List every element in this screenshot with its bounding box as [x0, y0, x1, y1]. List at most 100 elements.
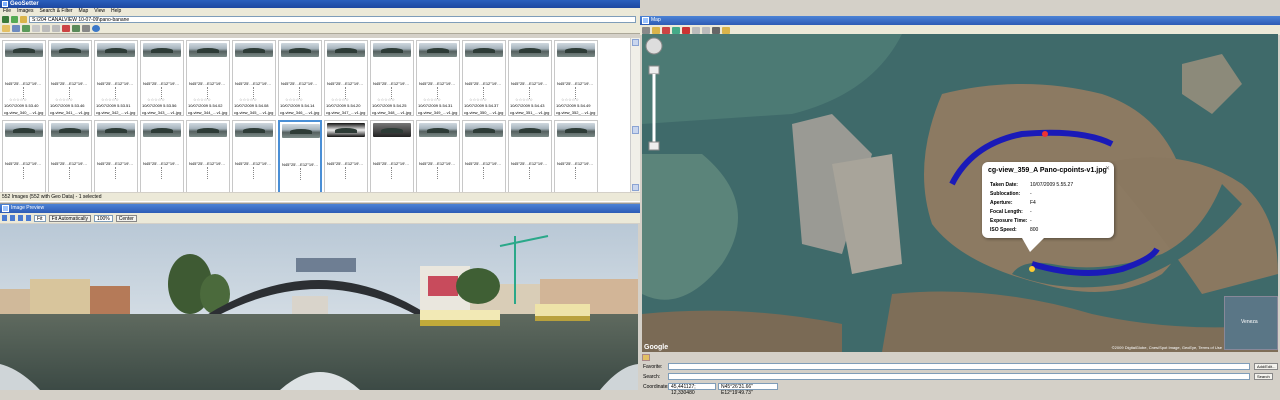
map-status-icon[interactable] — [642, 354, 650, 361]
prev-image-icon[interactable] — [10, 215, 15, 221]
next-image-icon[interactable] — [18, 215, 23, 221]
thumbnail-item[interactable]: N45°25'…E12°19'… — [370, 120, 414, 192]
thumbnail-filename: cg-view_340_…v1.jpg — [4, 110, 44, 115]
folder-icon[interactable] — [2, 25, 10, 32]
thumbnail-item[interactable]: N45°25'…E12°19'… ☆☆☆☆☆ 10/07/2009 5.54.1… — [278, 40, 322, 116]
search-input[interactable] — [668, 373, 1250, 380]
rating-stars[interactable]: ☆☆☆☆☆ — [331, 97, 349, 102]
zoom-select[interactable]: 100% — [93, 214, 113, 222]
overview-map[interactable]: Veneza — [1224, 296, 1278, 350]
forward-arrow-icon[interactable] — [11, 16, 18, 23]
menu-item-search-filter[interactable]: Search & Filter — [39, 8, 72, 15]
thumbnail-item[interactable]: N45°25'…E12°19'… — [94, 120, 138, 192]
center-button[interactable]: Center — [115, 214, 137, 222]
path-input[interactable]: S:\204 CANALVIEW 10-07-09\pano-banane — [29, 16, 636, 23]
thumbnail-item[interactable]: N45°25'…E12°19'… — [48, 120, 92, 192]
menu-item-view[interactable]: View — [94, 8, 105, 15]
popup-row-value: 800 — [1030, 227, 1039, 233]
thumbnail-item[interactable]: N45°25'…E12°19'… ☆☆☆☆☆ 10/07/2009 5.54.0… — [232, 40, 276, 116]
flag-icon[interactable] — [682, 26, 690, 34]
marker-icon[interactable] — [662, 26, 670, 34]
pin-icon[interactable] — [652, 26, 660, 34]
favorite-select[interactable] — [668, 363, 1250, 370]
delete-icon[interactable] — [62, 25, 70, 32]
track-icon[interactable] — [672, 26, 680, 34]
thumbnail-item[interactable]: N45°25'…E12°19'… — [554, 120, 598, 192]
filter-icon[interactable] — [82, 25, 90, 32]
popup-row-label: Exposure Time: — [990, 218, 1028, 224]
thumbnail-item[interactable]: N45°25'…E12°19'… — [462, 120, 506, 192]
layers-icon[interactable] — [642, 26, 650, 34]
copy-icon[interactable] — [42, 25, 50, 32]
zoom-out-icon[interactable] — [702, 26, 710, 34]
rating-stars[interactable]: ☆☆☆☆☆ — [423, 97, 441, 102]
thumbnail-item[interactable]: N45°25'…E12°19'… — [186, 120, 230, 192]
close-icon[interactable]: ✕ — [1105, 165, 1110, 172]
rating-stars[interactable]: ☆☆☆☆☆ — [561, 97, 579, 102]
scroll-up-button[interactable] — [632, 39, 639, 46]
add-edit-button[interactable]: Add/Edit... — [1254, 363, 1279, 370]
thumbnail-location: N45°25'…E12°19'… — [97, 161, 134, 166]
rating-stars[interactable]: ☆☆☆☆☆ — [101, 97, 119, 102]
thumbnail-item[interactable]: N45°25'…E12°19'… — [324, 120, 368, 192]
thumbnail-divider — [575, 167, 577, 179]
menu-item-file[interactable]: File — [3, 8, 11, 15]
rotate-left-icon[interactable] — [2, 215, 7, 221]
up-folder-icon[interactable] — [20, 16, 27, 23]
rotate-right-icon[interactable] — [26, 215, 31, 221]
thumbnail-item[interactable]: N45°25'…E12°19'… — [232, 120, 276, 192]
rating-stars[interactable]: ☆☆☆☆☆ — [55, 97, 73, 102]
rating-stars[interactable]: ☆☆☆☆☆ — [285, 97, 303, 102]
thumbnail-item[interactable]: N45°25'…E12°19'… — [140, 120, 184, 192]
thumbnail-item[interactable]: N45°25'…E12°19'… ☆☆☆☆☆ 10/07/2009 5.54.2… — [370, 40, 414, 116]
coordinates-dms-field[interactable]: N45°26'31.66" E12°19'49.73" — [718, 383, 778, 396]
fit-select[interactable]: Fit — [34, 214, 46, 222]
zoom-in-icon[interactable] — [692, 26, 700, 34]
thumbnail-item[interactable]: N45°25'…E12°19'… ☆☆☆☆☆ 10/07/2009 5.53.4… — [2, 40, 46, 116]
scroll-thumb[interactable] — [632, 126, 639, 134]
rating-stars[interactable]: ☆☆☆☆☆ — [9, 97, 27, 102]
rating-stars[interactable]: ☆☆☆☆☆ — [469, 97, 487, 102]
paste-icon[interactable] — [52, 25, 60, 32]
scroll-down-button[interactable] — [632, 184, 639, 191]
satellite-map[interactable]: cg-view_359_A Pano-cpoints-v1.jpg ✕ Take… — [642, 34, 1278, 352]
map-icon[interactable] — [72, 25, 80, 32]
rating-stars[interactable]: ☆☆☆☆☆ — [515, 97, 533, 102]
thumbnail-item[interactable]: N45°25'…E12°19'… ☆☆☆☆☆ 10/07/2009 5.53.5… — [140, 40, 184, 116]
globe-icon[interactable] — [92, 25, 100, 32]
popup-row: Sublocation: - — [990, 191, 1032, 197]
google-logo: Google — [644, 344, 669, 351]
thumbnail-item[interactable]: N45°25'…E12°19'… ☆☆☆☆☆ 10/07/2009 5.54.3… — [462, 40, 506, 116]
thumbnail-scrollbar[interactable] — [630, 38, 640, 192]
rating-stars[interactable]: ☆☆☆☆☆ — [239, 97, 257, 102]
search-button[interactable]: Search — [1254, 373, 1273, 380]
coordinates-decimal-field[interactable]: 45,441127; 12,330480 — [668, 383, 716, 396]
settings-icon[interactable] — [722, 26, 730, 34]
thumbnail-item[interactable]: N45°25'…E12°19'… ☆☆☆☆☆ 10/07/2009 5.54.4… — [508, 40, 552, 116]
rating-stars[interactable]: ☆☆☆☆☆ — [147, 97, 165, 102]
thumbnail-item[interactable]: N45°25'…E12°19'… ☆☆☆☆☆ 10/07/2009 5.54.2… — [324, 40, 368, 116]
thumbnail-item[interactable]: N45°25'…E12°19'… ☆☆☆☆☆ 10/07/2009 5.54.0… — [186, 40, 230, 116]
refresh-icon[interactable] — [22, 25, 30, 32]
thumbnail-divider — [23, 167, 25, 179]
save-icon[interactable] — [12, 25, 20, 32]
back-arrow-icon[interactable] — [2, 16, 9, 23]
thumbnail-item[interactable]: N45°25'…E12°19'… — [508, 120, 552, 192]
thumbnail-item[interactable]: N45°25'…E12°19'… — [2, 120, 46, 192]
crosshair-icon[interactable] — [712, 26, 720, 34]
rating-stars[interactable]: ☆☆☆☆☆ — [377, 97, 395, 102]
thumbnail-item[interactable]: N45°25'…E12°19'… ☆☆☆☆☆ 10/07/2009 5.53.5… — [94, 40, 138, 116]
thumbnail-item[interactable]: N45°25'…E12°19'… ☆☆☆☆☆ 10/07/2009 5.53.4… — [48, 40, 92, 116]
thumbnail-item[interactable]: N45°25'…E12°19'… ☆☆☆☆☆ 10/07/2009 5.54.3… — [416, 40, 460, 116]
menu-item-map[interactable]: Map — [79, 8, 89, 15]
thumbnail-item[interactable]: N45°25'…E12°19'… ☆☆☆☆☆ 10/07/2009 5.54.4… — [554, 40, 598, 116]
thumbnail-item[interactable]: N45°25'…E12°19'… — [278, 120, 322, 192]
edit-icon[interactable] — [32, 25, 40, 32]
rating-stars[interactable]: ☆☆☆☆☆ — [193, 97, 211, 102]
pan-control[interactable] — [645, 37, 663, 55]
thumbnail-item[interactable]: N45°25'…E12°19'… — [416, 120, 460, 192]
thumbnail-location: N45°25'…E12°19'… — [143, 81, 180, 86]
menu-item-images[interactable]: Images — [17, 8, 33, 15]
menu-item-help[interactable]: Help — [111, 8, 121, 15]
fit-automatically-button[interactable]: Fit Automatically — [48, 214, 91, 222]
